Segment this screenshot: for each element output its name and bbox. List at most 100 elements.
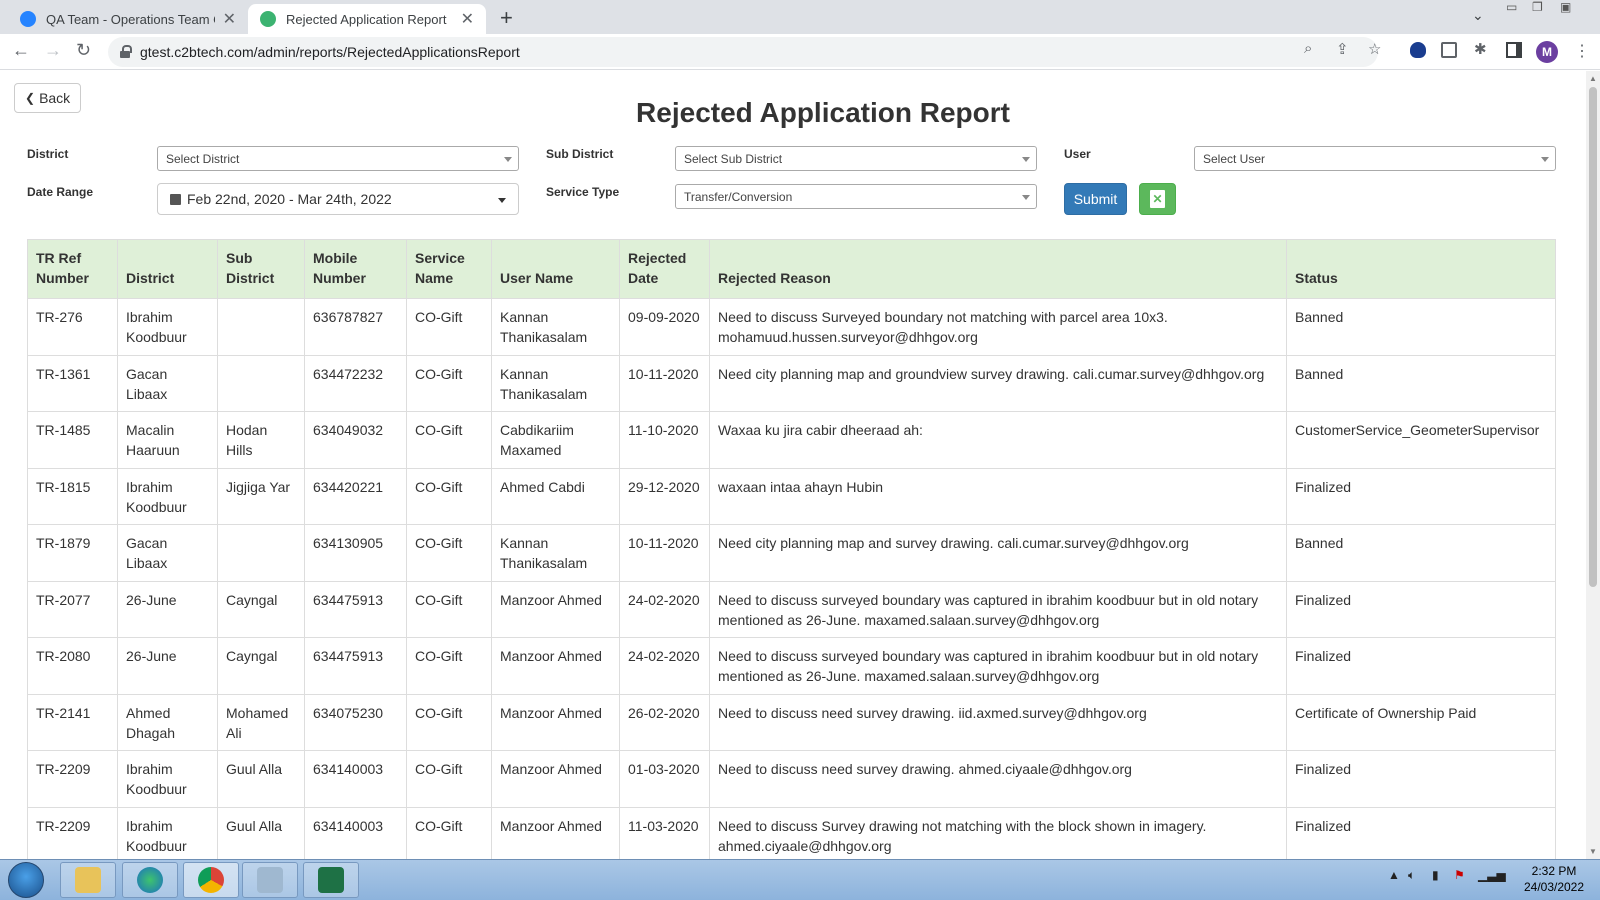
- scrollbar-thumb[interactable]: [1589, 87, 1597, 587]
- daterange-picker[interactable]: Feb 22nd, 2020 - Mar 24th, 2022: [157, 183, 519, 215]
- col-service-name[interactable]: Service Name: [406, 239, 492, 299]
- status-cell: Finalized: [1286, 750, 1556, 808]
- taskbar-app[interactable]: [242, 862, 298, 898]
- col-rejected-date[interactable]: Rejected Date: [619, 239, 710, 299]
- sub-district-cell: Guul Alla: [217, 806, 305, 859]
- table-body: TR-276 Ibrahim Koodbuur 636787827 CO-Gif…: [27, 298, 1556, 859]
- lock-icon: [120, 45, 132, 59]
- network-signal-icon[interactable]: ▁▃▅: [1478, 868, 1506, 882]
- tab-rejected-report[interactable]: Rejected Application Report ✕: [248, 4, 486, 34]
- col-mobile[interactable]: Mobile Number: [304, 239, 407, 299]
- rejected-reason-cell: Need to discuss surveyed boundary was ca…: [709, 580, 1287, 638]
- extension-clipboard-icon[interactable]: [1441, 42, 1457, 58]
- rejected-date-cell: 24-02-2020: [619, 580, 710, 638]
- servicetype-label: Service Type: [546, 185, 620, 199]
- rejected-reason-cell: Need city planning map and survey drawin…: [709, 524, 1287, 582]
- col-district[interactable]: District: [117, 239, 218, 299]
- district-cell: Ibrahim Koodbuur: [117, 467, 218, 525]
- forward-arrow-icon[interactable]: →: [44, 40, 62, 61]
- table-row: TR-2077 26-June Cayngal 634475913 CO-Gif…: [27, 580, 1556, 638]
- new-tab-plus-icon[interactable]: +: [500, 5, 513, 31]
- tr-ref-cell: TR-1485: [27, 411, 118, 469]
- browser-tab-strip: QA Team - Operations Team Coll ✕ Rejecte…: [0, 0, 1600, 34]
- sub-district-cell: Hodan Hills: [217, 411, 305, 469]
- clock-date: 24/03/2022: [1523, 880, 1585, 894]
- action-center-flag-icon[interactable]: ⚑: [1454, 868, 1465, 882]
- zoom-icon[interactable]: ⌕: [1304, 40, 1312, 57]
- tab-qa-team[interactable]: QA Team - Operations Team Coll ✕: [8, 4, 248, 34]
- table-row: TR-2209 Ibrahim Koodbuur Guul Alla 63414…: [27, 806, 1556, 859]
- profile-avatar[interactable]: M: [1536, 41, 1558, 63]
- sub-district-cell: Jigjiga Yar: [217, 467, 305, 525]
- rejected-reason-cell: waxaan intaa ahayn Hubin: [709, 467, 1287, 525]
- col-tr-ref[interactable]: TR Ref Number: [27, 239, 118, 299]
- tr-ref-cell: TR-1815: [27, 467, 118, 525]
- page-scrollbar[interactable]: ▲ ▼: [1586, 71, 1600, 859]
- servicetype-select[interactable]: Transfer/Conversion: [675, 184, 1037, 209]
- district-cell: 26-June: [117, 580, 218, 638]
- start-button[interactable]: [8, 862, 44, 898]
- chevron-down-icon[interactable]: ⌄: [1472, 7, 1484, 24]
- user-name-cell: Manzoor Ahmed: [491, 750, 620, 808]
- district-cell: Gacan Libaax: [117, 524, 218, 582]
- submit-button[interactable]: Submit: [1064, 183, 1127, 215]
- service-name-cell: CO-Gift: [406, 298, 492, 356]
- tr-ref-cell: TR-1361: [27, 354, 118, 412]
- extensions-puzzle-icon[interactable]: ✱: [1474, 40, 1487, 58]
- scroll-down-icon[interactable]: ▼: [1589, 847, 1597, 856]
- taskbar-excel[interactable]: [303, 862, 359, 898]
- status-cell: Finalized: [1286, 806, 1556, 859]
- site-favicon-icon: [260, 11, 276, 27]
- sub-district-cell: [217, 524, 305, 582]
- address-bar[interactable]: gtest.c2btech.com/admin/reports/Rejected…: [108, 37, 1378, 67]
- table-row: TR-1879 Gacan Libaax 634130905 CO-Gift K…: [27, 524, 1556, 582]
- sub-district-cell: [217, 354, 305, 412]
- show-hidden-icons-icon[interactable]: ▲: [1388, 868, 1400, 882]
- sub-district-cell: Guul Alla: [217, 750, 305, 808]
- volume-icon[interactable]: 🔈︎: [1408, 868, 1415, 883]
- close-icon[interactable]: ✕: [223, 9, 236, 29]
- back-arrow-icon[interactable]: ←: [12, 40, 30, 61]
- bookmark-star-icon[interactable]: ☆: [1368, 40, 1381, 58]
- export-excel-button[interactable]: ✕: [1139, 183, 1176, 215]
- subdistrict-select[interactable]: Select Sub District: [675, 146, 1037, 171]
- window-close-icon[interactable]: ▣: [1560, 0, 1571, 18]
- col-sub-district[interactable]: Sub District: [217, 239, 305, 299]
- page-title: Rejected Application Report: [636, 97, 1010, 128]
- user-name-cell: Cabdikariim Maxamed: [491, 411, 620, 469]
- service-name-cell: CO-Gift: [406, 580, 492, 638]
- menu-kebab-icon[interactable]: ⋮: [1574, 41, 1590, 61]
- reload-icon[interactable]: ↻: [76, 40, 91, 61]
- col-rejected-reason[interactable]: Rejected Reason: [709, 239, 1287, 299]
- share-icon[interactable]: ⇪: [1336, 40, 1349, 58]
- close-icon[interactable]: ✕: [461, 9, 474, 29]
- subdistrict-select-value: Select Sub District: [684, 151, 783, 166]
- chrome-icon: [198, 867, 224, 893]
- scroll-up-icon[interactable]: ▲: [1589, 74, 1597, 83]
- battery-icon[interactable]: ▮: [1432, 868, 1439, 882]
- user-select[interactable]: Select User: [1194, 146, 1556, 171]
- rejected-date-cell: 10-11-2020: [619, 354, 710, 412]
- taskbar-explorer[interactable]: [60, 862, 116, 898]
- table-row: TR-2209 Ibrahim Koodbuur Guul Alla 63414…: [27, 750, 1556, 808]
- taskbar-chrome[interactable]: [183, 862, 239, 898]
- district-cell: Gacan Libaax: [117, 354, 218, 412]
- extension-shield-icon[interactable]: [1410, 42, 1426, 58]
- taskbar-edge[interactable]: [122, 862, 178, 898]
- side-panel-icon[interactable]: [1506, 42, 1522, 58]
- col-status[interactable]: Status: [1286, 239, 1556, 299]
- rejected-reason-cell: Need to discuss need survey drawing. ahm…: [709, 750, 1287, 808]
- district-select[interactable]: Select District: [157, 146, 519, 171]
- confluence-icon: [20, 11, 36, 27]
- rejected-reason-cell: Need to discuss need survey drawing. iid…: [709, 693, 1287, 751]
- excel-file-icon: ✕: [1150, 190, 1165, 208]
- taskbar-clock[interactable]: 2:32 PM 24/03/2022: [1516, 863, 1592, 895]
- tab-title: Rejected Application Report: [286, 11, 447, 27]
- minimize-icon[interactable]: ▭: [1506, 0, 1517, 18]
- status-cell: Banned: [1286, 354, 1556, 412]
- rejected-reason-cell: Need city planning map and groundview su…: [709, 354, 1287, 412]
- table-row: TR-1815 Ibrahim Koodbuur Jigjiga Yar 634…: [27, 467, 1556, 525]
- restore-icon[interactable]: ❐: [1532, 0, 1543, 18]
- user-name-cell: Kannan Thanikasalam: [491, 298, 620, 356]
- col-user-name[interactable]: User Name: [491, 239, 620, 299]
